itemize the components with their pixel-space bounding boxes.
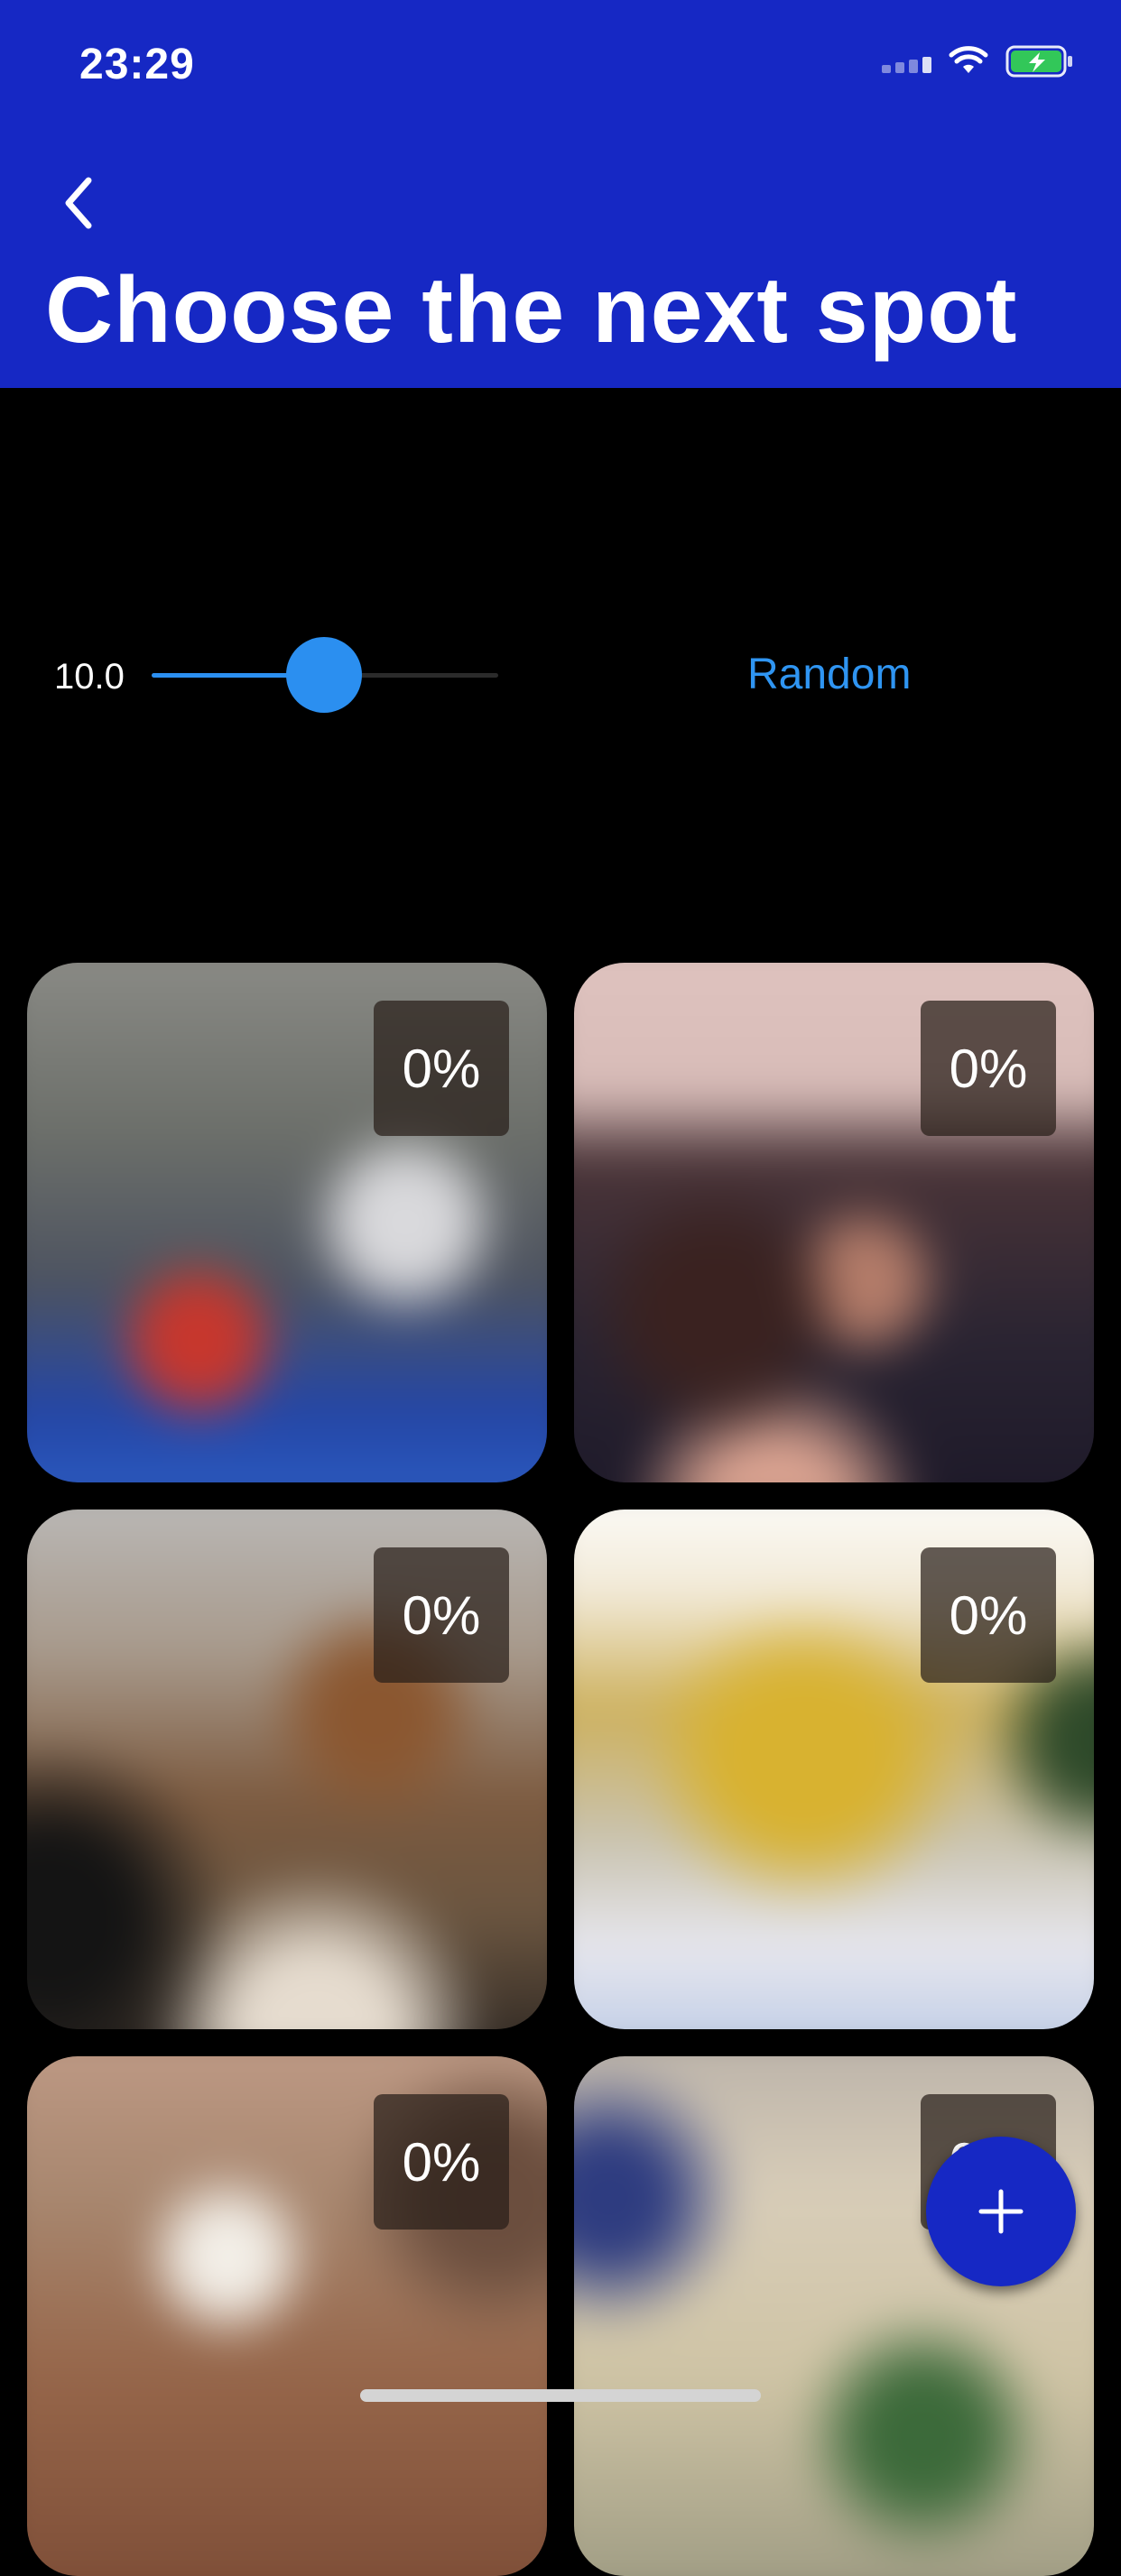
percentage-badge: 0% xyxy=(921,1001,1056,1136)
back-chevron-icon[interactable] xyxy=(51,171,105,235)
add-spot-button[interactable] xyxy=(926,2137,1076,2286)
app-header: 23:29 Choose the next spot xyxy=(0,0,1121,388)
battery-charging-icon xyxy=(1005,45,1072,78)
status-icons xyxy=(882,45,1074,78)
home-indicator xyxy=(360,2389,761,2402)
percentage-badge: 0% xyxy=(374,1547,509,1683)
spots-grid: 0% 0% 0% 0% 0% 0% xyxy=(27,963,1094,2576)
spot-tile[interactable]: 0% xyxy=(27,963,547,1482)
spot-tile[interactable]: 0% xyxy=(27,2056,547,2576)
spot-tile[interactable]: 0% xyxy=(27,1510,547,2029)
page-title: Choose the next spot xyxy=(45,258,1018,363)
spot-tile[interactable]: 0% xyxy=(574,2056,1094,2576)
spot-tile[interactable]: 0% xyxy=(574,963,1094,1482)
percentage-badge: 0% xyxy=(374,1001,509,1136)
status-time: 23:29 xyxy=(79,41,195,88)
spot-tile[interactable]: 0% xyxy=(574,1510,1094,2029)
cellular-signal-icon xyxy=(882,50,931,73)
plus-icon xyxy=(978,2189,1024,2234)
wifi-icon xyxy=(949,46,988,73)
random-button[interactable]: Random xyxy=(747,650,911,699)
percentage-badge: 0% xyxy=(374,2094,509,2230)
slider-thumb[interactable] xyxy=(286,637,362,713)
slider-value-label: 10.0 xyxy=(54,657,125,697)
percentage-badge: 0% xyxy=(921,1547,1056,1683)
